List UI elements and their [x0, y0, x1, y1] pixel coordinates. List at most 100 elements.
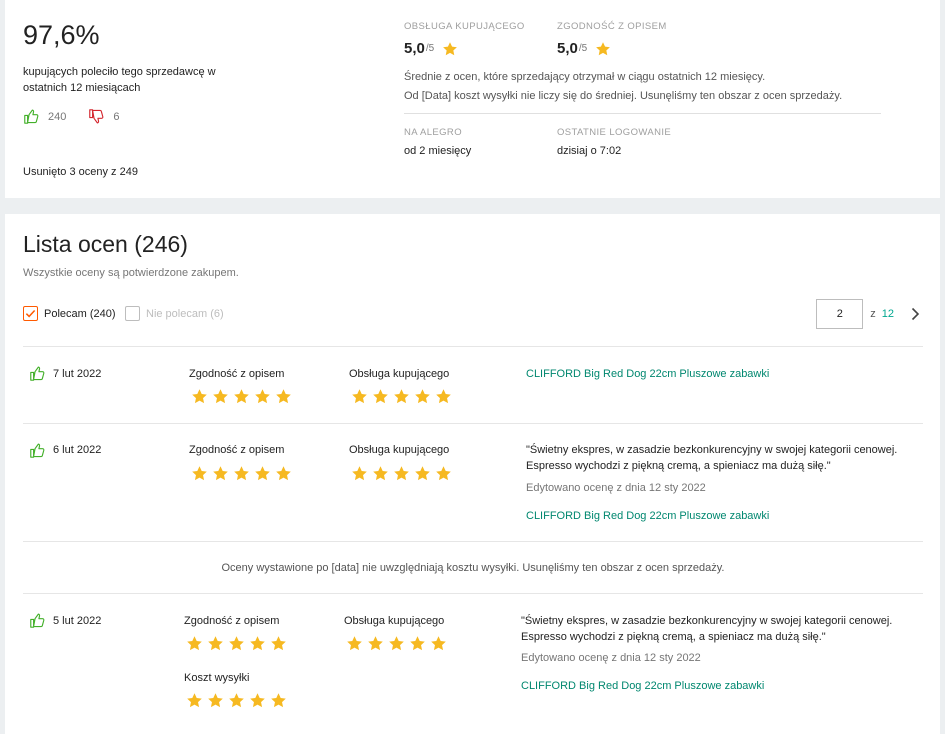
star-icon [367, 635, 384, 652]
star-icon [186, 692, 203, 709]
star-icon [212, 388, 229, 405]
star-icon [442, 41, 458, 57]
row-divider [23, 541, 923, 542]
star-icon [372, 388, 389, 405]
recommend-percent: 97,6% [23, 20, 100, 50]
recommend-counts: 240 6 [23, 108, 141, 125]
accuracy-stars [191, 388, 292, 405]
review-edited-note: Edytowano ocenę z dnia 12 sty 2022 [526, 482, 706, 494]
shipping-cost-stars [186, 692, 287, 709]
product-link[interactable]: CLIFFORD Big Red Dog 22cm Pluszowe zabaw… [526, 510, 769, 522]
accuracy-score: 5,0 /5 [557, 40, 611, 57]
product-link[interactable]: CLIFFORD Big Red Dog 22cm Pluszowe zabaw… [526, 368, 769, 380]
page-total-link[interactable]: 12 [882, 308, 894, 320]
divider [404, 113, 881, 114]
star-icon [393, 465, 410, 482]
service-score: 5,0 /5 [404, 40, 458, 57]
shipping-cost-label: Koszt wysyłki [184, 672, 250, 684]
ratings-list-card: Lista ocen (246) Wszystkie oceny są potw… [5, 214, 940, 734]
star-icon [372, 465, 389, 482]
accuracy-caption: ZGODNOŚĆ Z OPISEM [557, 21, 667, 32]
service-label: Obsługa kupującego [344, 615, 445, 627]
accuracy-score-max: /5 [578, 43, 588, 54]
star-icon [186, 635, 203, 652]
review-edited-note: Edytowano ocenę z dnia 12 sty 2022 [521, 652, 701, 664]
star-icon [233, 388, 250, 405]
pagination: z 12 [816, 299, 922, 329]
star-icon [351, 465, 368, 482]
row-divider [23, 423, 923, 424]
star-icon [191, 388, 208, 405]
recommend-description: kupujących poleciło tego sprzedawcę w os… [23, 66, 216, 94]
service-label: Obsługa kupującego [349, 368, 450, 380]
not-recommend-filter-label: Nie polecam (6) [146, 307, 224, 320]
average-note: Średnie z ocen, które sprzedający otrzym… [404, 71, 766, 83]
checkmark-icon [25, 309, 36, 318]
star-icon [270, 692, 287, 709]
star-icon [409, 635, 426, 652]
shipping-info-banner: Oceny wystawione po [data] nie uwzględni… [221, 562, 725, 574]
star-icon [249, 635, 266, 652]
review-comment: "Świetny ekspres, w zasadzie bezkonkuren… [526, 444, 898, 472]
row-divider [23, 593, 923, 594]
star-icon [270, 635, 287, 652]
star-icon [414, 465, 431, 482]
thumb-up-icon [29, 612, 46, 629]
thumb-up-icon [23, 108, 40, 125]
filter-not-recommend[interactable]: Nie polecam (6) [125, 306, 224, 321]
chevron-right-icon[interactable] [908, 307, 922, 321]
accuracy-label: Zgodność z opisem [184, 615, 280, 627]
review-date: 7 lut 2022 [53, 368, 102, 380]
page-of-label: z [870, 308, 876, 320]
recommend-filter-label: Polecam (240) [44, 307, 116, 320]
page-number-input[interactable] [816, 299, 864, 329]
star-icon [207, 635, 224, 652]
accuracy-stars [191, 465, 292, 482]
star-icon [388, 635, 405, 652]
shipping-note: Od [Data] koszt wysyłki nie liczy się do… [404, 90, 843, 102]
star-icon [275, 465, 292, 482]
service-stars [351, 465, 452, 482]
ratings-list-subtitle: Wszystkie oceny są potwierdzone zakupem. [23, 267, 239, 279]
accuracy-score-value: 5,0 [557, 40, 578, 57]
positive-count: 240 [48, 110, 67, 123]
thumb-up-icon [29, 365, 46, 382]
recommend-checkbox[interactable] [23, 306, 38, 321]
star-icon [435, 388, 452, 405]
accuracy-stars [186, 635, 287, 652]
star-icon [233, 465, 250, 482]
star-icon [254, 465, 271, 482]
thumb-down-icon [88, 108, 105, 125]
star-icon [414, 388, 431, 405]
row-divider [23, 346, 923, 347]
star-icon [249, 692, 266, 709]
service-stars [351, 388, 452, 405]
star-icon [191, 465, 208, 482]
on-allegro-caption: NA ALEGRO [404, 127, 462, 138]
accuracy-label: Zgodność z opisem [189, 368, 285, 380]
star-icon [351, 388, 368, 405]
product-link[interactable]: CLIFFORD Big Red Dog 22cm Pluszowe zabaw… [521, 680, 764, 692]
service-score-max: /5 [425, 43, 435, 54]
service-stars [346, 635, 447, 652]
accuracy-label: Zgodność z opisem [189, 444, 285, 456]
star-icon [228, 692, 245, 709]
star-icon [595, 41, 611, 57]
star-icon [435, 465, 452, 482]
service-label: Obsługa kupującego [349, 444, 450, 456]
removed-ratings-text: Usunięto 3 oceny z 249 [23, 166, 138, 178]
on-allegro-value: od 2 miesięcy [404, 145, 472, 157]
star-icon [212, 465, 229, 482]
thumb-up-icon [29, 442, 46, 459]
filter-recommend[interactable]: Polecam (240) [23, 306, 116, 321]
last-login-value: dzisiaj o 7:02 [557, 145, 622, 157]
star-icon [207, 692, 224, 709]
service-caption: OBSŁUGA KUPUJĄCEGO [404, 21, 525, 32]
review-comment: "Świetny ekspres, w zasadzie bezkonkuren… [521, 615, 893, 643]
negative-count: 6 [113, 110, 120, 123]
star-icon [393, 388, 410, 405]
star-icon [254, 388, 271, 405]
not-recommend-checkbox[interactable] [125, 306, 140, 321]
star-icon [430, 635, 447, 652]
seller-summary-card: 97,6% kupujących poleciło tego sprzedawc… [5, 0, 940, 198]
